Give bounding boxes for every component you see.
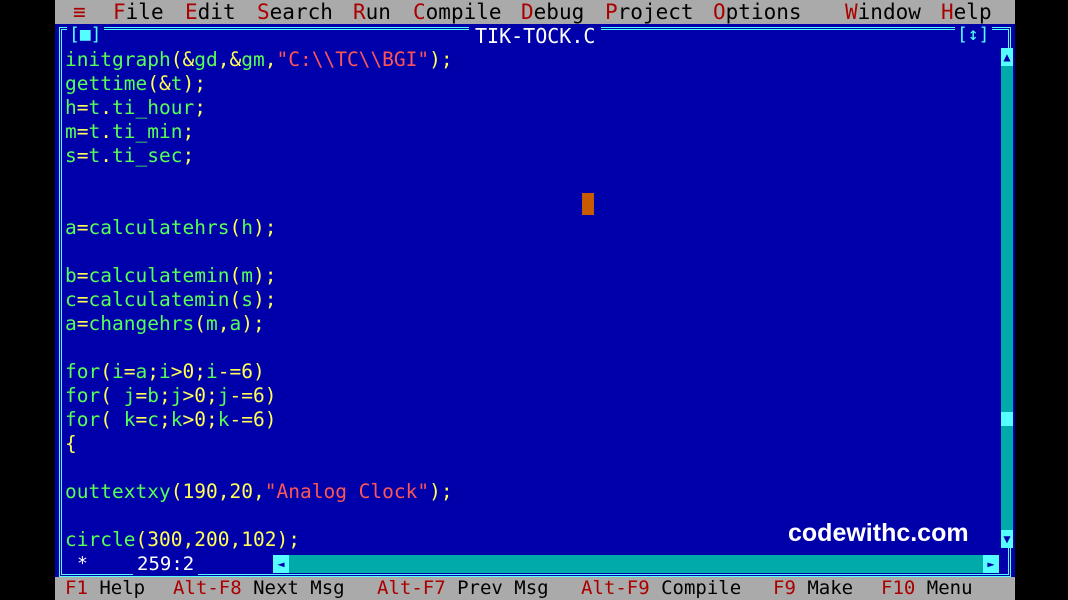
turbo-c-ide: ≡ File Edit Search Run Compile Debug Pro… (55, 0, 1015, 600)
menu-help[interactable]: Help (941, 0, 992, 24)
code-text: for(i=a;i>0;i-=6) (65, 360, 265, 383)
code-line: for( j=b;j>0;j-=6) (65, 384, 995, 408)
vertical-scrollbar[interactable] (1001, 48, 1013, 548)
watermark: codewithc.com (788, 519, 969, 547)
menu-options[interactable]: Options (713, 0, 802, 24)
code-text: b=calculatemin(m); (65, 264, 277, 287)
code-text: m=t.ti_min; (65, 120, 195, 143)
help-menu[interactable]: F10 Menu (881, 577, 973, 600)
code-text: circle(300,200,102); (65, 528, 300, 551)
code-string: "Analog Clock" (264, 480, 430, 503)
menu-file[interactable]: File (113, 0, 164, 24)
text-cursor (582, 193, 594, 215)
menu-run[interactable]: Run (353, 0, 391, 24)
code-text: ); (429, 48, 453, 71)
menu-compile[interactable]: Compile (413, 0, 502, 24)
code-text: a=calculatehrs(h); (65, 216, 277, 239)
scroll-down-arrow-icon[interactable]: ▼ (1001, 530, 1013, 548)
menu-debug[interactable]: Debug (521, 0, 584, 24)
code-text: s=t.ti_sec; (65, 144, 195, 167)
code-line: initgraph(&gd,&gm,"C:\\TC\\BGI"); (65, 48, 995, 72)
code-line: gettime(&t); (65, 72, 995, 96)
system-menu[interactable]: ≡ (73, 0, 86, 24)
code-line: a=calculatehrs(h); (65, 216, 995, 240)
code-line: { (65, 432, 995, 456)
menu-project[interactable]: Project (605, 0, 694, 24)
code-line: b=calculatemin(m); (65, 264, 995, 288)
code-text: c=calculatemin(s); (65, 288, 277, 311)
code-string: "C:\\TC\\BGI" (276, 48, 430, 71)
code-text: outtextxy(190,20, (65, 480, 265, 503)
menu-window[interactable]: Window (845, 0, 921, 24)
menu-edit[interactable]: Edit (185, 0, 236, 24)
menu-bar: ≡ File Edit Search Run Compile Debug Pro… (55, 0, 1015, 24)
code-editor[interactable]: initgraph(&gd,&gm,"C:\\TC\\BGI"); gettime… (65, 48, 995, 552)
close-button[interactable]: [■] (67, 24, 104, 46)
code-text: { (65, 432, 77, 455)
code-line: for(i=a;i>0;i-=6) (65, 360, 995, 384)
code-line: m=t.ti_min; (65, 120, 995, 144)
code-text: for( k=c;k>0;k-=6) (65, 408, 277, 431)
help-next-msg[interactable]: Alt-F8 Next Msg (173, 577, 345, 600)
zoom-button[interactable]: [↕] (955, 24, 992, 46)
modified-marker: * (77, 553, 88, 574)
cursor-position: 259:2 (133, 553, 199, 575)
help-bar: F1 Help Alt-F8 Next Msg Alt-F7 Prev Msg … (55, 577, 1015, 600)
code-text: ); (429, 480, 453, 503)
code-line: c=calculatemin(s); (65, 288, 995, 312)
code-line: s=t.ti_sec; (65, 144, 995, 168)
code-line: h=t.ti_hour; (65, 96, 995, 120)
scroll-up-arrow-icon[interactable]: ▲ (1001, 48, 1013, 66)
code-text: a=changehrs(m,a); (65, 312, 265, 335)
window-title: TIK-TOCK.C (469, 24, 602, 48)
code-line: for( k=c;k>0;k-=6) (65, 408, 995, 432)
vertical-scroll-thumb[interactable] (1001, 412, 1013, 426)
help-f1[interactable]: F1 Help (65, 577, 145, 600)
horizontal-scrollbar[interactable] (273, 555, 985, 573)
code-text: for( j=b;j>0;j-=6) (65, 384, 277, 407)
help-prev-msg[interactable]: Alt-F7 Prev Msg (377, 577, 549, 600)
help-make[interactable]: F9 Make (773, 577, 853, 600)
code-line: a=changehrs(m,a); (65, 312, 995, 336)
code-text: h=t.ti_hour; (65, 96, 206, 119)
help-compile[interactable]: Alt-F9 Compile (581, 577, 741, 600)
code-text: initgraph(&gd,&gm, (65, 48, 277, 71)
menu-search[interactable]: Search (257, 0, 333, 24)
scroll-right-arrow-icon[interactable]: ► (983, 555, 999, 573)
code-text: gettime(&t); (65, 72, 206, 95)
scroll-left-arrow-icon[interactable]: ◄ (273, 555, 289, 573)
code-line: outtextxy(190,20,"Analog Clock"); (65, 480, 995, 504)
